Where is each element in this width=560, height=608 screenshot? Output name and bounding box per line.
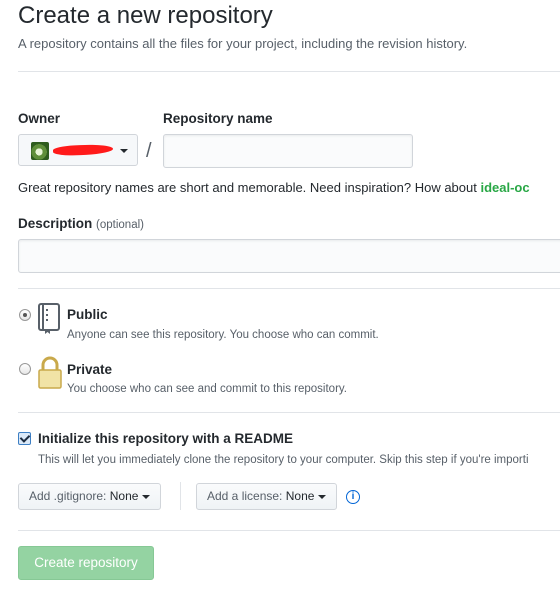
divider-submit (18, 530, 560, 531)
license-value: None (285, 489, 315, 503)
divider-top (18, 71, 560, 72)
gitignore-prefix: Add .gitignore: (29, 489, 107, 503)
private-title: Private (67, 362, 113, 377)
repository-name-input[interactable] (163, 134, 413, 168)
license-dropdown[interactable]: Add a license: None (196, 483, 337, 510)
info-icon[interactable]: i (346, 490, 360, 504)
chevron-down-icon (141, 494, 150, 499)
owner-name-redacted (52, 143, 114, 157)
repo-public-icon (37, 303, 63, 340)
gitignore-dropdown[interactable]: Add .gitignore: None (18, 483, 161, 510)
owner-select[interactable] (18, 134, 138, 166)
divider-visibility (18, 288, 560, 289)
public-title: Public (67, 307, 108, 322)
gitignore-value: None (109, 489, 139, 503)
divider-readme (18, 412, 560, 413)
owner-avatar (31, 142, 49, 160)
name-hint-text: Great repository names are short and mem… (18, 180, 481, 195)
repo-name-label: Repository name (163, 111, 273, 126)
radio-private[interactable] (19, 363, 31, 375)
readme-title: Initialize this repository with a README (38, 431, 294, 446)
dropdown-separator (180, 482, 181, 510)
description-input[interactable] (18, 239, 560, 273)
owner-repo-separator: / (146, 140, 152, 162)
name-hint: Great repository names are short and mem… (18, 180, 530, 195)
radio-public[interactable] (19, 309, 31, 321)
private-desc: You choose who can see and commit to thi… (67, 383, 347, 395)
description-optional: (optional) (96, 219, 144, 231)
page-subtitle: A repository contains all the files for … (18, 36, 468, 51)
lock-icon (37, 356, 63, 395)
owner-label: Owner (18, 111, 61, 126)
chevron-down-icon (120, 149, 128, 153)
chevron-down-icon (317, 494, 326, 499)
name-suggestion-link[interactable]: ideal-oc (480, 180, 529, 195)
description-label-text: Description (18, 216, 93, 231)
license-prefix: Add a license: (207, 489, 283, 503)
description-label: Description (optional) (18, 216, 144, 231)
public-desc: Anyone can see this repository. You choo… (67, 329, 379, 341)
page-title: Create a new repository (18, 2, 273, 29)
readme-checkbox[interactable] (18, 432, 31, 445)
readme-desc: This will let you immediately clone the … (38, 454, 529, 466)
create-repository-button[interactable]: Create repository (18, 546, 154, 580)
